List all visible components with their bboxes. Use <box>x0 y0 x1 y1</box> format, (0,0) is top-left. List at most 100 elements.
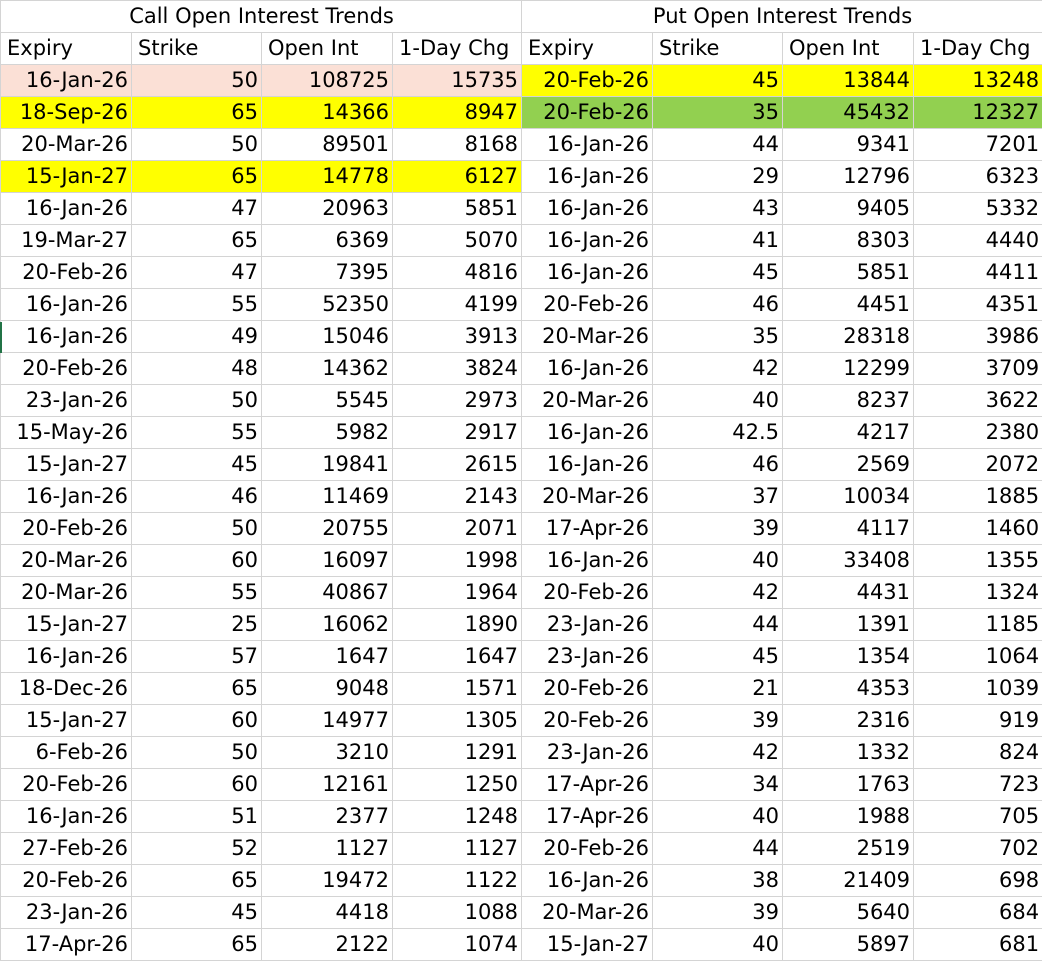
call-expiry-cell[interactable]: 19-Mar-27 <box>0 224 132 257</box>
put-strike-cell[interactable]: 39 <box>652 704 784 737</box>
put-expiry-cell[interactable]: 16-Jan-26 <box>521 256 654 289</box>
call-open-int-cell[interactable]: 15046 <box>261 320 393 353</box>
call-open-int-cell[interactable]: 108725 <box>261 64 393 97</box>
call-open-int-cell[interactable]: 89501 <box>261 128 393 161</box>
put-day-chg-cell[interactable]: 4440 <box>913 224 1042 257</box>
put-open-int-cell[interactable]: 2569 <box>782 448 915 481</box>
put-day-chg-cell[interactable]: 1355 <box>913 544 1042 577</box>
put-day-chg-cell[interactable]: 2380 <box>913 416 1042 449</box>
put-open-int-cell[interactable]: 21409 <box>782 864 915 897</box>
call-open-int-cell[interactable]: 3210 <box>261 736 393 769</box>
put-expiry-cell[interactable]: 23-Jan-26 <box>521 736 654 769</box>
put-open-int-cell[interactable]: 4117 <box>782 512 915 545</box>
put-expiry-cell[interactable]: 20-Mar-26 <box>521 896 654 929</box>
put-expiry-cell[interactable]: 23-Jan-26 <box>521 608 654 641</box>
put-day-chg-cell[interactable]: 1039 <box>913 672 1042 705</box>
put-open-int-cell[interactable]: 4451 <box>782 288 915 321</box>
put-strike-cell[interactable]: 46 <box>652 448 784 481</box>
call-day-chg-cell[interactable]: 1890 <box>391 608 523 641</box>
put-strike-cell[interactable]: 35 <box>652 320 784 353</box>
put-strike-cell[interactable]: 44 <box>652 832 784 865</box>
put-strike-cell[interactable]: 42 <box>652 736 784 769</box>
put-strike-cell[interactable]: 42.5 <box>652 416 784 449</box>
call-expiry-cell[interactable]: 23-Jan-26 <box>0 896 132 929</box>
call-expiry-cell[interactable]: 17-Apr-26 <box>0 928 132 961</box>
call-open-int-cell[interactable]: 14362 <box>261 352 393 385</box>
call-strike-cell[interactable]: 50 <box>131 384 262 417</box>
put-strike-cell[interactable]: 45 <box>652 256 784 289</box>
put-open-int-cell[interactable]: 1763 <box>782 768 915 801</box>
put-expiry-cell[interactable]: 15-Jan-27 <box>521 928 654 961</box>
call-day-chg-cell[interactable]: 2143 <box>391 480 523 513</box>
put-strike-cell[interactable]: 37 <box>652 480 784 513</box>
put-day-chg-cell[interactable]: 4351 <box>913 288 1042 321</box>
call-open-int-cell[interactable]: 2377 <box>261 800 393 833</box>
put-strike-cell[interactable]: 42 <box>652 576 784 609</box>
call-expiry-cell[interactable]: 23-Jan-26 <box>0 384 132 417</box>
put-strike-cell[interactable]: 40 <box>652 384 784 417</box>
call-expiry-cell[interactable]: 15-Jan-27 <box>0 704 132 737</box>
call-expiry-cell[interactable]: 20-Mar-26 <box>0 128 132 161</box>
call-open-int-cell[interactable]: 19841 <box>261 448 393 481</box>
call-strike-cell[interactable]: 50 <box>131 64 262 97</box>
call-day-chg-cell[interactable]: 4816 <box>391 256 523 289</box>
call-day-chg-cell[interactable]: 4199 <box>391 288 523 321</box>
put-strike-cell[interactable]: 45 <box>652 64 784 97</box>
call-day-chg-cell[interactable]: 15735 <box>391 64 523 97</box>
call-open-int-cell[interactable]: 14778 <box>261 160 393 193</box>
call-day-chg-cell[interactable]: 8168 <box>391 128 523 161</box>
call-strike-cell[interactable]: 52 <box>131 832 262 865</box>
call-strike-cell[interactable]: 65 <box>131 928 262 961</box>
put-open-int-cell[interactable]: 4353 <box>782 672 915 705</box>
call-open-int-cell[interactable]: 19472 <box>261 864 393 897</box>
put-expiry-cell[interactable]: 23-Jan-26 <box>521 640 654 673</box>
put-day-chg-cell[interactable]: 3709 <box>913 352 1042 385</box>
put-strike-cell[interactable]: 21 <box>652 672 784 705</box>
put-expiry-cell[interactable]: 20-Mar-26 <box>521 480 654 513</box>
call-strike-cell[interactable]: 55 <box>131 576 262 609</box>
put-open-int-cell[interactable]: 5897 <box>782 928 915 961</box>
put-open-int-cell[interactable]: 12299 <box>782 352 915 385</box>
call-strike-cell[interactable]: 60 <box>131 768 262 801</box>
call-day-chg-cell[interactable]: 1088 <box>391 896 523 929</box>
put-open-int-cell[interactable]: 5851 <box>782 256 915 289</box>
put-strike-cell[interactable]: 38 <box>652 864 784 897</box>
put-open-int-cell[interactable]: 1988 <box>782 800 915 833</box>
call-expiry-cell[interactable]: 6-Feb-26 <box>0 736 132 769</box>
put-expiry-cell[interactable]: 20-Mar-26 <box>521 320 654 353</box>
put-day-chg-cell[interactable]: 6323 <box>913 160 1042 193</box>
put-expiry-header[interactable]: Expiry <box>521 32 654 65</box>
put-day-chg-cell[interactable]: 702 <box>913 832 1042 865</box>
put-expiry-cell[interactable]: 20-Feb-26 <box>521 832 654 865</box>
call-day-chg-cell[interactable]: 2973 <box>391 384 523 417</box>
call-strike-cell[interactable]: 55 <box>131 288 262 321</box>
put-open-int-cell[interactable]: 5640 <box>782 896 915 929</box>
call-strike-cell[interactable]: 65 <box>131 672 262 705</box>
call-expiry-cell[interactable]: 16-Jan-26 <box>0 640 132 673</box>
put-strike-cell[interactable]: 44 <box>652 128 784 161</box>
call-open-int-cell[interactable]: 16062 <box>261 608 393 641</box>
call-strike-header[interactable]: Strike <box>131 32 262 65</box>
call-expiry-cell[interactable]: 15-Jan-27 <box>0 448 132 481</box>
call-strike-cell[interactable]: 47 <box>131 256 262 289</box>
call-day-chg-cell[interactable]: 1127 <box>391 832 523 865</box>
put-open-int-cell[interactable]: 45432 <box>782 96 915 129</box>
call-open-int-cell[interactable]: 16097 <box>261 544 393 577</box>
put-open-int-cell[interactable]: 2519 <box>782 832 915 865</box>
put-day-chg-cell[interactable]: 5332 <box>913 192 1042 225</box>
put-expiry-cell[interactable]: 16-Jan-26 <box>521 352 654 385</box>
call-strike-cell[interactable]: 50 <box>131 736 262 769</box>
call-day-chg-cell[interactable]: 1305 <box>391 704 523 737</box>
call-expiry-cell[interactable]: 20-Mar-26 <box>0 544 132 577</box>
put-expiry-cell[interactable]: 20-Feb-26 <box>521 704 654 737</box>
put-expiry-cell[interactable]: 16-Jan-26 <box>521 544 654 577</box>
put-section-title[interactable]: Put Open Interest Trends <box>521 0 1042 33</box>
put-open-int-cell[interactable]: 1391 <box>782 608 915 641</box>
put-day-chg-cell[interactable]: 3986 <box>913 320 1042 353</box>
put-strike-cell[interactable]: 42 <box>652 352 784 385</box>
put-open-int-cell[interactable]: 8303 <box>782 224 915 257</box>
call-expiry-cell[interactable]: 18-Dec-26 <box>0 672 132 705</box>
call-strike-cell[interactable]: 50 <box>131 128 262 161</box>
call-strike-cell[interactable]: 45 <box>131 896 262 929</box>
put-day-chg-cell[interactable]: 4411 <box>913 256 1042 289</box>
